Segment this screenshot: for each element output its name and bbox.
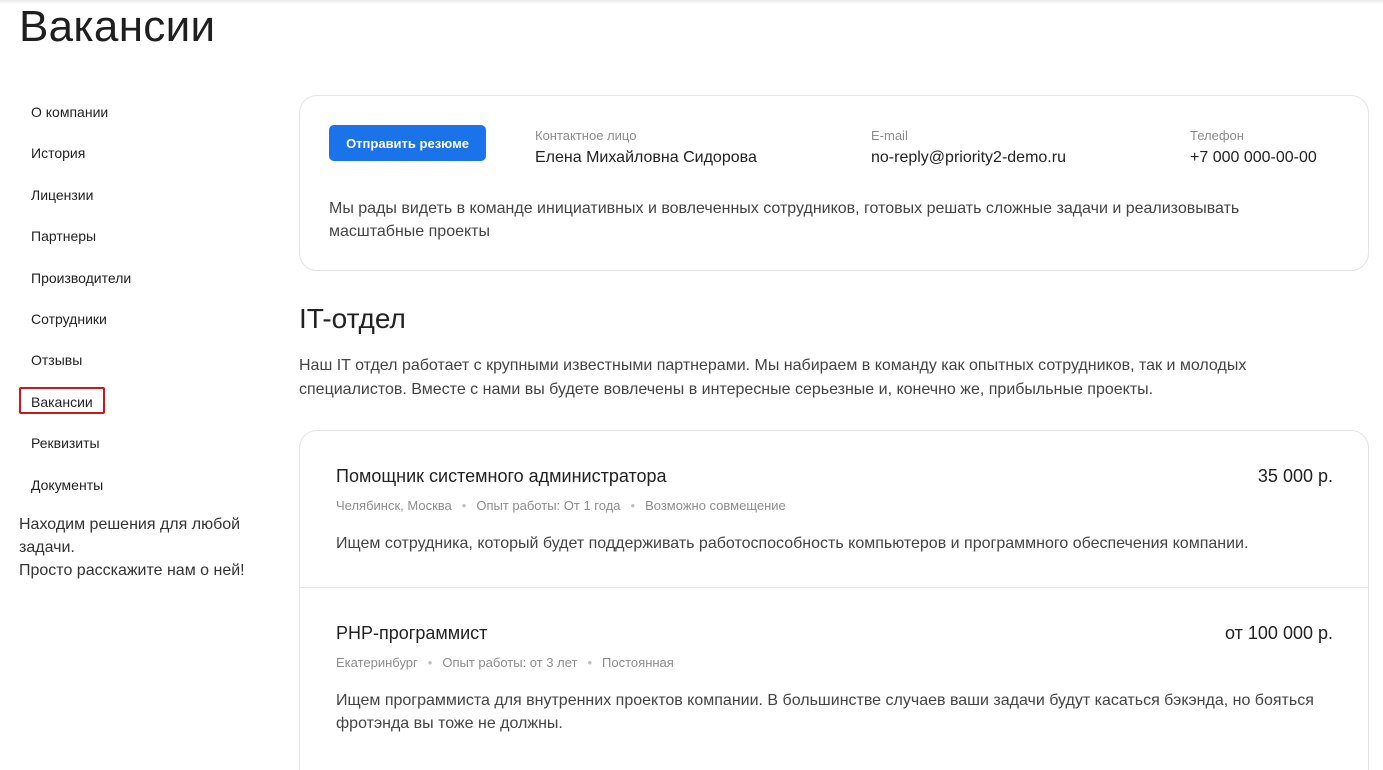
vacancy-experience: Опыт работы: от 3 лет: [442, 655, 578, 670]
email-label: E-mail: [871, 128, 908, 143]
sidebar-item-history[interactable]: История: [19, 138, 97, 165]
sidebar-item-about[interactable]: О компании: [19, 97, 120, 124]
contact-email: E-mail no-reply@priority2-demo.ru: [871, 128, 1066, 168]
contact-person-value: Елена Михайловна Сидорова: [535, 149, 757, 166]
vacancy-item[interactable]: Помощник системного администратора 35 00…: [300, 431, 1368, 588]
vacancy-title[interactable]: Помощник системного администратора: [336, 464, 667, 488]
vacancy-city: Екатеринбург: [336, 655, 418, 670]
section-description: Наш IT отдел работает с крупными известн…: [299, 357, 1247, 398]
sidebar-item-vacancies[interactable]: Вакансии: [19, 386, 105, 414]
sidebar-note-line1: Находим решения для любой задачи.: [19, 515, 241, 556]
sidebar-item-manufacturers[interactable]: Производители: [19, 263, 143, 290]
contact-phone: Телефон +7 000 000-00-00: [1190, 128, 1317, 168]
send-resume-button[interactable]: Отправить резюме: [329, 125, 486, 161]
separator-dot: •: [461, 498, 467, 513]
vacancy-meta: Екатеринбург • Опыт работы: от 3 лет • П…: [336, 654, 1333, 672]
separator-dot: •: [587, 655, 593, 670]
sidebar-nav: О компании История Лицензии Партнеры Про…: [19, 97, 279, 582]
page-title: Вакансии: [19, 2, 216, 51]
sidebar-item-documents[interactable]: Документы: [19, 470, 115, 497]
sidebar-item-licenses[interactable]: Лицензии: [19, 180, 105, 207]
vacancy-salary: 35 000 р.: [1257, 466, 1333, 486]
vacancy-list: Помощник системного администратора 35 00…: [299, 430, 1369, 770]
vacancy-description: Ищем программиста для внутренних проекто…: [336, 692, 1314, 732]
vacancy-experience: Опыт работы: От 1 года: [476, 498, 621, 513]
contact-person: Контактное лицо Елена Михайловна Сидоров…: [535, 128, 757, 168]
contact-card-text: Мы рады видеть в команде инициативных и …: [329, 200, 1240, 240]
contact-person-label: Контактное лицо: [535, 128, 637, 143]
vacancy-schedule: Постоянная: [602, 655, 674, 670]
email-value[interactable]: no-reply@priority2-demo.ru: [871, 148, 1066, 168]
sidebar-note: Находим решения для любой задачи. Просто…: [19, 513, 279, 582]
separator-dot: •: [630, 498, 636, 513]
phone-value[interactable]: +7 000 000-00-00: [1190, 148, 1317, 168]
vacancy-title[interactable]: PHP-программист: [336, 621, 487, 645]
section-title: IT-отдел: [299, 303, 406, 334]
vacancy-description: Ищем сотрудника, который будет поддержив…: [336, 535, 1249, 552]
sidebar-item-reviews[interactable]: Отзывы: [19, 345, 94, 372]
sidebar-item-partners[interactable]: Партнеры: [19, 221, 108, 248]
separator-dot: •: [427, 655, 433, 670]
sidebar-item-requisites[interactable]: Реквизиты: [19, 428, 112, 455]
phone-label: Телефон: [1190, 128, 1244, 143]
vacancy-item[interactable]: PHP-программист от 100 000 р. Екатеринбу…: [300, 588, 1368, 770]
vacancy-city: Челябинск, Москва: [336, 498, 452, 513]
vacancy-schedule: Возможно совмещение: [645, 498, 786, 513]
sidebar-note-line2: Просто расскажите нам о ней!: [19, 561, 245, 579]
sidebar-item-employees[interactable]: Сотрудники: [19, 304, 119, 331]
contact-card: Отправить резюме Контактное лицо Елена М…: [299, 95, 1369, 271]
vacancy-meta: Челябинск, Москва • Опыт работы: От 1 го…: [336, 497, 1333, 515]
vacancy-salary: от 100 000 р.: [1225, 623, 1333, 643]
